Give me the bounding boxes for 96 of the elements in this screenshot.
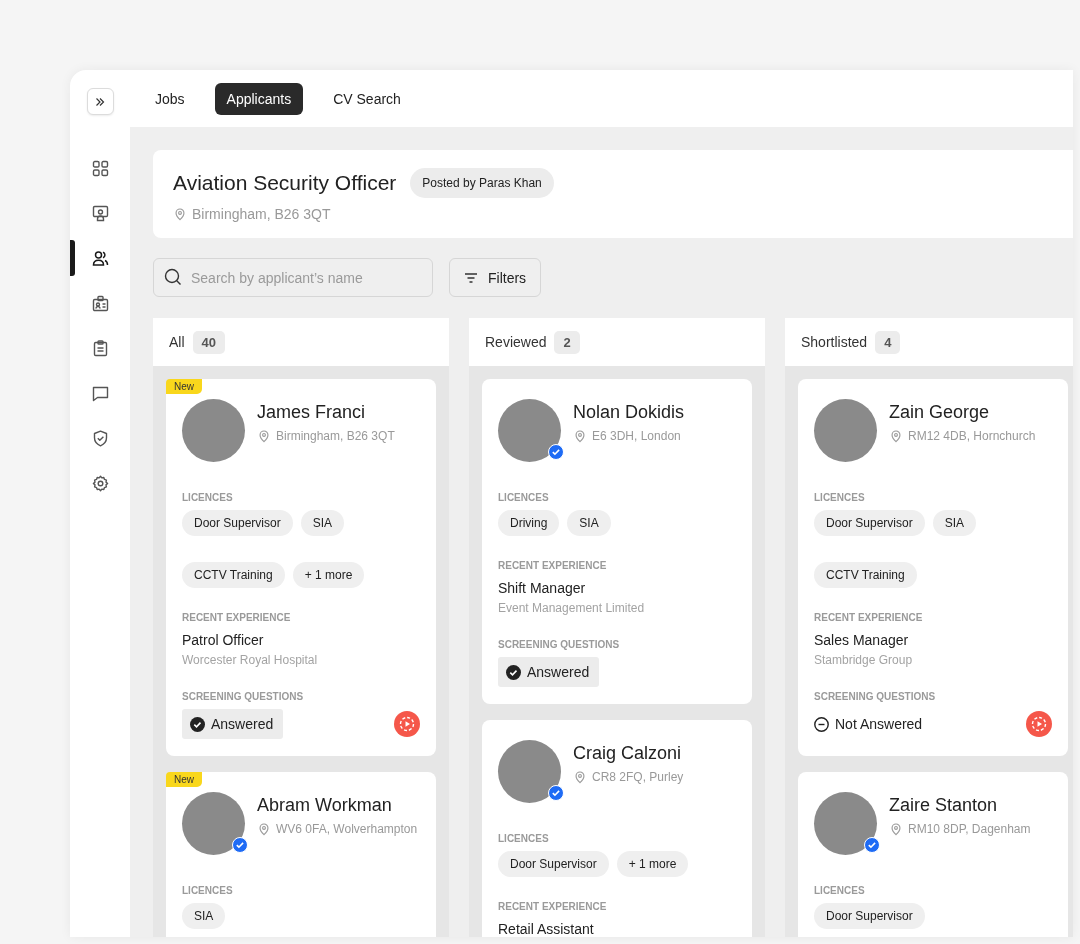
expand-button[interactable] — [86, 88, 114, 115]
applicant-location: RM12 4DB, Hornchurch — [908, 429, 1036, 443]
company-name: Stambridge Group — [814, 653, 914, 667]
job-role: Patrol Officer — [182, 632, 265, 648]
count-badge: 2 — [554, 330, 580, 354]
licence-tag: Door Supervisor — [498, 851, 609, 877]
not-answered-status: Not Answered — [814, 709, 923, 739]
licence-tag: Driving — [498, 510, 560, 536]
applicant-location: WV6 0FA, Wolverhampton — [276, 822, 418, 836]
video-play-button[interactable] — [1026, 711, 1052, 737]
applicant-card[interactable]: Zaire Stanton RM10 8DP, Dagenham LICENCES Door Supervisor — [798, 772, 1068, 937]
section-label: LICENCES — [182, 492, 234, 503]
licence-tag: SIA — [300, 510, 345, 536]
applicant-name: Zain George — [889, 402, 991, 423]
check-circle-icon — [190, 716, 205, 732]
licence-tag: CCTV Training — [814, 562, 917, 588]
grid-icon — [91, 160, 109, 177]
section-label: RECENT EXPERIENCE — [498, 560, 608, 571]
applicant-card[interactable]: New Abram Workman WV6 0FA, Wolverhampton LICENCES SIA — [166, 772, 436, 937]
licence-tag: SIA — [567, 510, 611, 536]
settings-icon — [91, 475, 109, 492]
new-badge: New — [166, 379, 202, 394]
play-icon — [1031, 716, 1047, 732]
video-play-button[interactable] — [394, 711, 420, 737]
monitor-person-icon — [91, 205, 109, 222]
section-label: LICENCES — [498, 833, 550, 844]
section-label: RECENT EXPERIENCE — [814, 612, 924, 623]
shield-check-icon — [91, 430, 109, 447]
applicant-name: Nolan Dokidis — [573, 402, 685, 423]
tab[interactable]: Jobs — [143, 82, 197, 115]
section-label: SCREENING QUESTIONS — [498, 639, 621, 650]
job-title: Aviation Security Officer — [173, 171, 397, 195]
clipboard-icon — [91, 340, 109, 357]
location-pin-icon — [173, 207, 187, 221]
id-badge-icon — [91, 295, 109, 312]
search-icon — [164, 268, 182, 286]
applicant-name: Abram Workman — [257, 795, 393, 816]
applicant-card[interactable]: New James Franci Birmingham, B26 3QT LICENCES Door Supervisor SIA CCTV Training + 1 more RECENT EXPERIENCE Patrol Officer Worcester Royal Hospital SCREENING QUESTIONS Answered — [166, 379, 436, 756]
search-field[interactable]: Search by applicant’s name — [153, 258, 433, 297]
answered-status: Answered — [182, 709, 284, 739]
count-badge: 40 — [192, 330, 226, 354]
applicant-location: RM10 8DP, Dagenham — [908, 822, 1031, 836]
column-title: All — [169, 334, 185, 350]
licence-tag: SIA — [932, 510, 977, 536]
section-label: RECENT EXPERIENCE — [498, 901, 608, 912]
applicant-name: Craig Calzoni — [573, 743, 683, 764]
section-label: LICENCES — [182, 885, 234, 896]
job-role: Retail Assistant — [498, 921, 595, 937]
applicant-name: Zaire Stanton — [889, 795, 999, 816]
company-name: Event Management Limited — [498, 601, 646, 615]
licence-tag: Door Supervisor — [182, 510, 293, 536]
job-role: Sales Manager — [814, 632, 910, 648]
section-label: RECENT EXPERIENCE — [182, 612, 292, 623]
location-pin-icon — [889, 429, 903, 443]
location-pin-icon — [257, 429, 271, 443]
licence-tag: Door Supervisor — [814, 903, 925, 929]
posted-by-tag: Posted by Paras Khan — [410, 168, 554, 198]
applicant-card[interactable]: Zain George RM12 4DB, Hornchurch LICENCES Door Supervisor SIA CCTV Training RECENT EXPERIENCE Sales Manager Stambridge Group SCREENING QUESTIONS Not Answered — [798, 379, 1068, 756]
job-role: Shift Manager — [498, 580, 587, 596]
licence-tag: SIA — [182, 903, 226, 929]
new-badge: New — [166, 772, 202, 787]
count-badge: 4 — [875, 330, 901, 354]
play-icon — [399, 716, 415, 732]
location-pin-icon — [573, 770, 587, 784]
tab[interactable]: Applicants — [214, 82, 304, 115]
applicant-location: CR8 2FQ, Purley — [592, 770, 684, 784]
column-title: Shortlisted — [801, 334, 868, 350]
section-label: SCREENING QUESTIONS — [182, 691, 305, 702]
location-pin-icon — [889, 822, 903, 836]
licence-tag: CCTV Training — [182, 562, 285, 588]
column-title: Reviewed — [485, 334, 547, 350]
section-label: LICENCES — [498, 492, 550, 503]
tab[interactable]: CV Search — [321, 82, 413, 115]
filter-icon — [464, 272, 478, 283]
section-label: LICENCES — [814, 885, 866, 896]
minus-circle-icon — [814, 716, 829, 732]
licence-tag: Door Supervisor — [814, 510, 925, 536]
location-pin-icon — [573, 429, 587, 443]
applicant-location: Birmingham, B26 3QT — [276, 429, 395, 443]
applicant-location: E6 3DH, London — [592, 429, 681, 443]
licence-tag: + 1 more — [616, 851, 689, 877]
section-label: SCREENING QUESTIONS — [814, 691, 937, 702]
chat-icon — [91, 385, 109, 402]
filters-button[interactable]: Filters — [449, 258, 542, 297]
check-circle-icon — [506, 664, 521, 680]
job-location: Birmingham, B26 3QT — [192, 206, 331, 222]
applicant-card[interactable]: Nolan Dokidis E6 3DH, London LICENCES Driving SIA RECENT EXPERIENCE Shift Manager Event Management Limited SCREENING QUESTIONS Answered — [482, 379, 752, 704]
licence-tag: + 1 more — [292, 562, 365, 588]
users-icon — [91, 250, 109, 267]
section-label: LICENCES — [814, 492, 866, 503]
answered-status: Answered — [498, 657, 600, 687]
double-chevron-icon — [95, 96, 105, 107]
applicant-card[interactable]: Craig Calzoni CR8 2FQ, Purley LICENCES Door Supervisor + 1 more RECENT EXPERIENCE Retail Assistant — [482, 720, 752, 937]
location-pin-icon — [257, 822, 271, 836]
applicant-name: James Franci — [257, 402, 367, 423]
company-name: Worcester Royal Hospital — [182, 653, 319, 667]
